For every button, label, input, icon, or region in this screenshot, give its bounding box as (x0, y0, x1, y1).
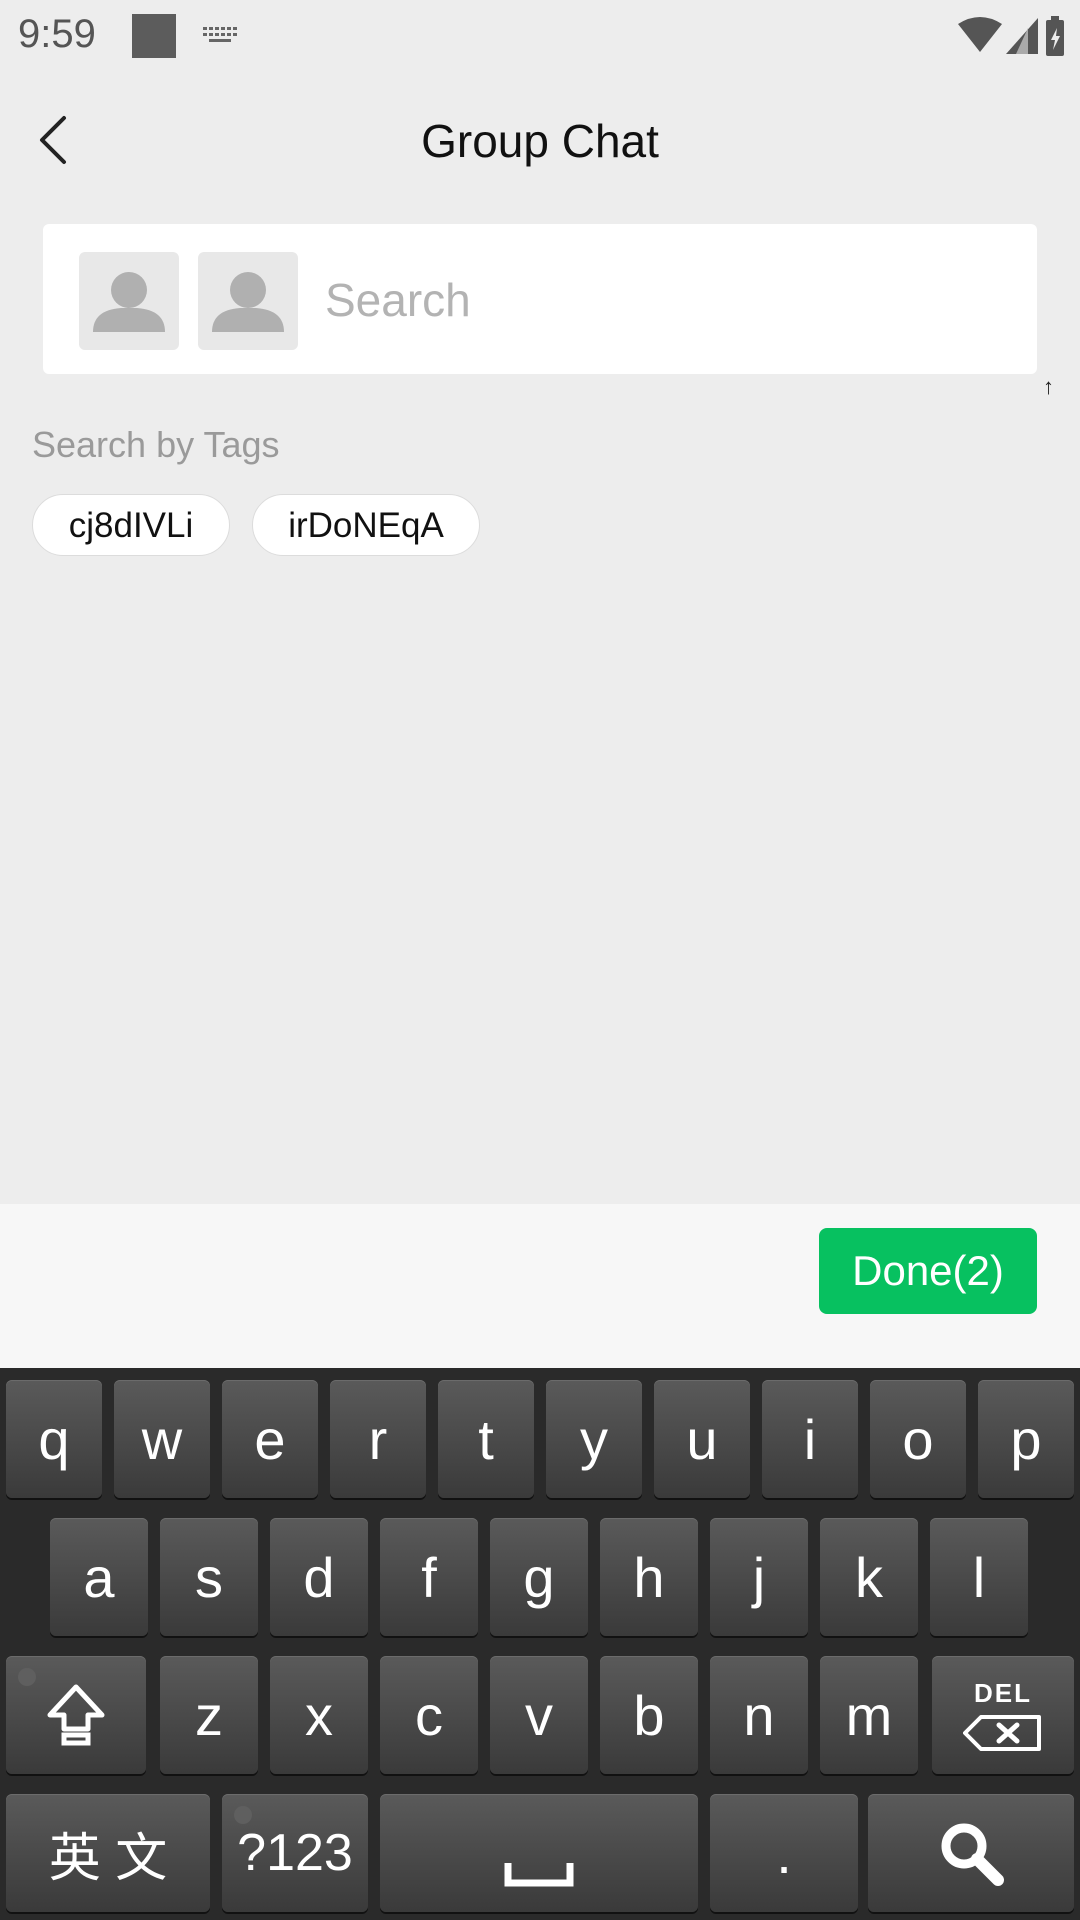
key-s[interactable]: s (160, 1518, 258, 1636)
key-i[interactable]: i (762, 1380, 858, 1498)
status-right-icons (956, 14, 1066, 63)
search-card (43, 224, 1037, 374)
tags-label: Search by Tags (32, 424, 280, 465)
key-k[interactable]: k (820, 1518, 918, 1636)
key-m[interactable]: m (820, 1656, 918, 1774)
delete-key-label: DEL (974, 1677, 1032, 1708)
period-key[interactable]: . (710, 1794, 858, 1912)
header: Group Chat (0, 72, 1080, 204)
indicator-dot (234, 1806, 252, 1824)
key-u[interactable]: u (654, 1380, 750, 1498)
key-g[interactable]: g (490, 1518, 588, 1636)
key-l[interactable]: l (930, 1518, 1028, 1636)
selected-member-avatar[interactable] (198, 252, 298, 350)
action-bar: Done(2) (0, 1204, 1080, 1368)
indicator-dot (18, 1668, 36, 1686)
tag-chip[interactable]: irDoNEqA (252, 494, 480, 556)
key-o[interactable]: o (870, 1380, 966, 1498)
key-p[interactable]: p (978, 1380, 1074, 1498)
page-title: Group Chat (421, 115, 659, 167)
key-a[interactable]: a (50, 1518, 148, 1636)
scroll-indicator-icon: ↑ (1043, 374, 1054, 399)
backspace-icon (963, 1714, 1041, 1751)
language-switch-key[interactable]: 英 文 (6, 1794, 210, 1912)
soft-keyboard: q w e r t y u i o p a s d f g h j k l z … (0, 1368, 1080, 1920)
key-c[interactable]: c (380, 1656, 478, 1774)
key-r[interactable]: r (330, 1380, 426, 1498)
default-avatar-icon (212, 272, 284, 332)
key-q[interactable]: q (6, 1380, 102, 1498)
key-e[interactable]: e (222, 1380, 318, 1498)
done-button[interactable]: Done(2) (819, 1228, 1037, 1314)
key-d[interactable]: d (270, 1518, 368, 1636)
space-key[interactable] (380, 1794, 698, 1912)
default-avatar-icon (93, 272, 165, 332)
battery-icon (1046, 16, 1064, 56)
wifi-icon (958, 17, 1002, 52)
key-w[interactable]: w (114, 1380, 210, 1498)
selected-member-avatar[interactable] (79, 252, 179, 350)
key-v[interactable]: v (490, 1656, 588, 1774)
notification-square-icon (132, 14, 176, 58)
shift-key[interactable] (6, 1656, 146, 1774)
key-y[interactable]: y (546, 1380, 642, 1498)
symbols-key-label: ?123 (237, 1824, 353, 1882)
key-f[interactable]: f (380, 1518, 478, 1636)
key-h[interactable]: h (600, 1518, 698, 1636)
key-x[interactable]: x (270, 1656, 368, 1774)
delete-key[interactable]: DEL (932, 1656, 1074, 1774)
key-b[interactable]: b (600, 1656, 698, 1774)
search-input[interactable] (323, 264, 1007, 336)
symbols-key[interactable]: ?123 (222, 1794, 368, 1912)
key-z[interactable]: z (160, 1656, 258, 1774)
space-bar-icon (504, 1863, 574, 1887)
keyboard-icon (203, 27, 237, 42)
status-bar: 9:59 (0, 0, 1080, 72)
search-key[interactable] (868, 1794, 1074, 1912)
shift-arrow-icon (47, 1684, 105, 1746)
key-j[interactable]: j (710, 1518, 808, 1636)
key-n[interactable]: n (710, 1656, 808, 1774)
tag-chip[interactable]: cj8dIVLi (32, 494, 230, 556)
key-t[interactable]: t (438, 1380, 534, 1498)
status-time: 9:59 (18, 12, 96, 56)
search-icon (941, 1823, 1004, 1886)
